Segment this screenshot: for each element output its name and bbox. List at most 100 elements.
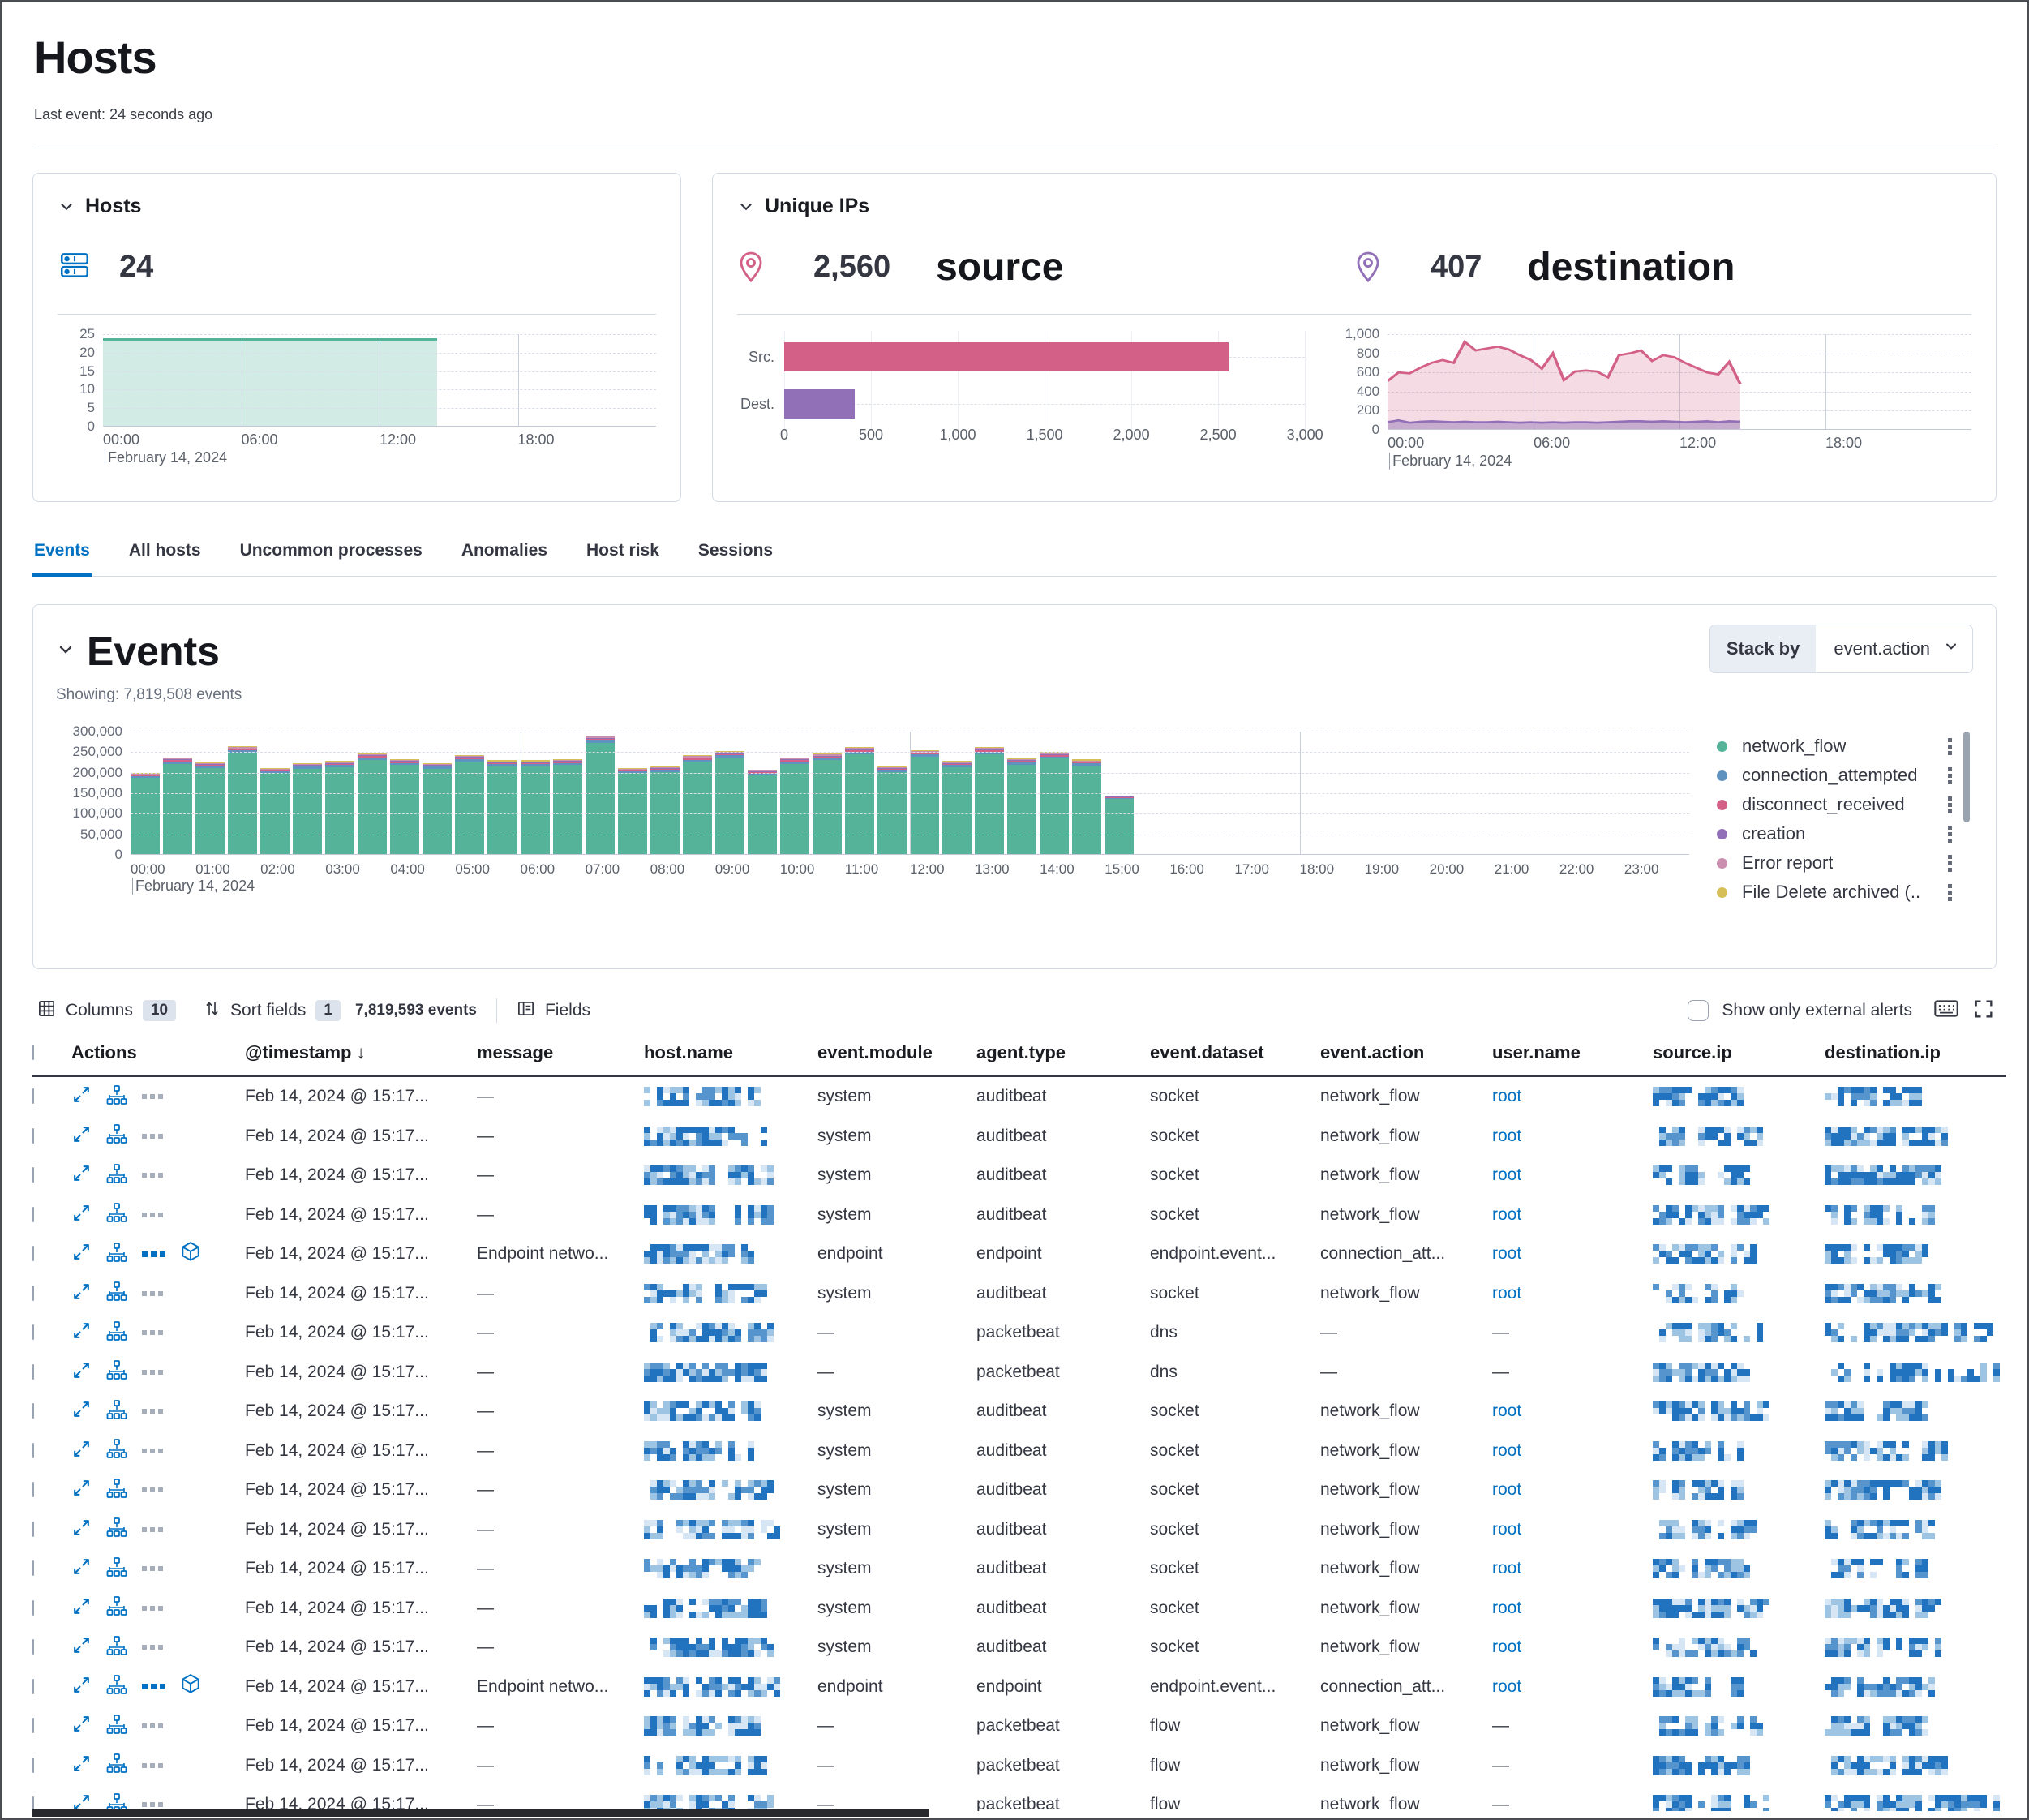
redacted-destination-ip[interactable]: [1825, 1441, 2006, 1461]
expand-event-icon[interactable]: [71, 1596, 92, 1620]
table-row[interactable]: Feb 14, 2024 @ 15:17...—systemauditbeats…: [32, 1274, 2006, 1314]
analyze-event-icon[interactable]: [106, 1595, 127, 1620]
redacted-destination-ip[interactable]: [1825, 1205, 2006, 1225]
more-actions-icon[interactable]: [142, 1449, 163, 1453]
row-checkbox[interactable]: [32, 1758, 34, 1773]
expand-event-icon[interactable]: [71, 1281, 92, 1306]
redacted-source-ip[interactable]: [1653, 1363, 1825, 1382]
column-header-eventdataset[interactable]: event.dataset: [1150, 1042, 1320, 1063]
more-actions-icon[interactable]: [142, 1763, 163, 1768]
redacted-destination-ip[interactable]: [1825, 1520, 2006, 1539]
cell-user-name[interactable]: root: [1492, 1205, 1653, 1225]
column-header-agenttype[interactable]: agent.type: [976, 1042, 1150, 1063]
redacted-host-name[interactable]: [644, 1599, 817, 1618]
redacted-source-ip[interactable]: [1653, 1284, 1825, 1303]
horizontal-scrollbar-thumb[interactable]: [32, 1809, 929, 1817]
redacted-host-name[interactable]: [644, 1638, 817, 1657]
row-checkbox[interactable]: [32, 1128, 34, 1144]
cell-user-name[interactable]: root: [1492, 1441, 1653, 1461]
redacted-destination-ip[interactable]: [1825, 1165, 2006, 1185]
more-actions-icon[interactable]: [142, 1487, 163, 1492]
tab-host-risk[interactable]: Host risk: [585, 538, 661, 576]
analyze-event-icon[interactable]: [106, 1714, 127, 1739]
cell-user-name[interactable]: root: [1492, 1087, 1653, 1106]
column-header-destinationip[interactable]: destination.ip: [1825, 1042, 2006, 1063]
legend-item[interactable]: connection_attempted: [1717, 761, 1973, 790]
analyze-event-icon[interactable]: [106, 1123, 127, 1148]
event-bar[interactable]: [195, 762, 225, 855]
redacted-destination-ip[interactable]: [1825, 1756, 2006, 1775]
event-bar[interactable]: [748, 770, 777, 855]
more-actions-icon[interactable]: [142, 1213, 163, 1217]
row-checkbox[interactable]: [32, 1088, 34, 1104]
redacted-source-ip[interactable]: [1653, 1480, 1825, 1500]
event-bar[interactable]: [813, 753, 842, 855]
redacted-source-ip[interactable]: [1653, 1401, 1825, 1421]
expand-event-icon[interactable]: [71, 1242, 92, 1266]
table-row[interactable]: Feb 14, 2024 @ 15:17...——packetbeatflown…: [32, 1746, 2006, 1786]
event-bar[interactable]: [358, 753, 387, 855]
keyboard-icon[interactable]: [1933, 998, 1959, 1023]
row-checkbox[interactable]: [32, 1639, 34, 1655]
legend-item[interactable]: network_flow: [1717, 732, 1973, 761]
more-actions-icon[interactable]: [142, 1723, 163, 1728]
sort-fields-button[interactable]: Sort fields 1: [204, 1000, 341, 1021]
redacted-destination-ip[interactable]: [1825, 1716, 2006, 1736]
analyze-event-icon[interactable]: [106, 1517, 127, 1542]
event-bar[interactable]: [942, 761, 972, 855]
expand-event-icon[interactable]: [71, 1714, 92, 1738]
event-bar[interactable]: [293, 763, 322, 855]
more-actions-icon[interactable]: [142, 1330, 163, 1335]
table-row[interactable]: Feb 14, 2024 @ 15:17...——packetbeatdns——: [32, 1313, 2006, 1353]
redacted-destination-ip[interactable]: [1825, 1795, 2006, 1811]
analyze-event-icon[interactable]: [106, 1242, 127, 1267]
row-checkbox[interactable]: [32, 1522, 34, 1537]
table-row[interactable]: Feb 14, 2024 @ 15:17...—systemauditbeats…: [32, 1117, 2006, 1157]
legend-more-icon[interactable]: [1948, 738, 1952, 755]
event-bar[interactable]: [877, 766, 907, 855]
redacted-source-ip[interactable]: [1653, 1165, 1825, 1185]
redacted-destination-ip[interactable]: [1825, 1638, 2006, 1657]
row-checkbox[interactable]: [32, 1167, 34, 1183]
column-header-sourceip[interactable]: source.ip: [1653, 1042, 1825, 1063]
expand-event-icon[interactable]: [71, 1753, 92, 1778]
redacted-source-ip[interactable]: [1653, 1127, 1825, 1146]
redacted-destination-ip[interactable]: [1825, 1323, 2006, 1342]
table-row[interactable]: Feb 14, 2024 @ 15:17...—systemauditbeats…: [32, 1628, 2006, 1668]
redacted-host-name[interactable]: [644, 1165, 817, 1185]
row-checkbox[interactable]: [32, 1246, 34, 1261]
redacted-destination-ip[interactable]: [1825, 1599, 2006, 1618]
more-actions-icon[interactable]: [142, 1606, 163, 1611]
stack-by-control[interactable]: Stack by event.action: [1709, 625, 1973, 673]
table-row[interactable]: Feb 14, 2024 @ 15:17...—systemauditbeats…: [32, 1156, 2006, 1195]
row-checkbox[interactable]: [32, 1600, 34, 1616]
chevron-down-icon[interactable]: [737, 198, 755, 216]
expand-event-icon[interactable]: [71, 1203, 92, 1227]
event-bar[interactable]: [650, 766, 680, 855]
redacted-source-ip[interactable]: [1653, 1795, 1825, 1811]
column-header-actions[interactable]: Actions: [71, 1042, 245, 1063]
row-checkbox[interactable]: [32, 1403, 34, 1419]
more-actions-icon[interactable]: [142, 1527, 163, 1532]
expand-event-icon[interactable]: [71, 1439, 92, 1463]
redacted-source-ip[interactable]: [1653, 1441, 1825, 1461]
expand-event-icon[interactable]: [71, 1163, 92, 1187]
legend-item[interactable]: File Delete archived (...: [1717, 878, 1973, 906]
analyze-event-icon[interactable]: [106, 1399, 127, 1424]
redacted-host-name[interactable]: [644, 1284, 817, 1303]
cell-user-name[interactable]: root: [1492, 1677, 1653, 1697]
external-alerts-checkbox[interactable]: [1688, 1000, 1709, 1021]
column-header-timestamp[interactable]: @timestamp ↓: [245, 1042, 477, 1063]
event-bar[interactable]: [975, 747, 1004, 855]
column-header-username[interactable]: user.name: [1492, 1042, 1653, 1063]
expand-event-icon[interactable]: [71, 1124, 92, 1148]
redacted-host-name[interactable]: [644, 1441, 817, 1461]
row-checkbox[interactable]: [32, 1718, 34, 1733]
tab-anomalies[interactable]: Anomalies: [460, 538, 549, 576]
cell-user-name[interactable]: root: [1492, 1165, 1653, 1185]
tab-uncommon-processes[interactable]: Uncommon processes: [238, 538, 424, 576]
redacted-host-name[interactable]: [644, 1520, 817, 1539]
table-row[interactable]: Feb 14, 2024 @ 15:17...—systemauditbeats…: [32, 1510, 2006, 1550]
analyze-event-icon[interactable]: [106, 1281, 127, 1306]
event-bar[interactable]: [910, 750, 939, 855]
